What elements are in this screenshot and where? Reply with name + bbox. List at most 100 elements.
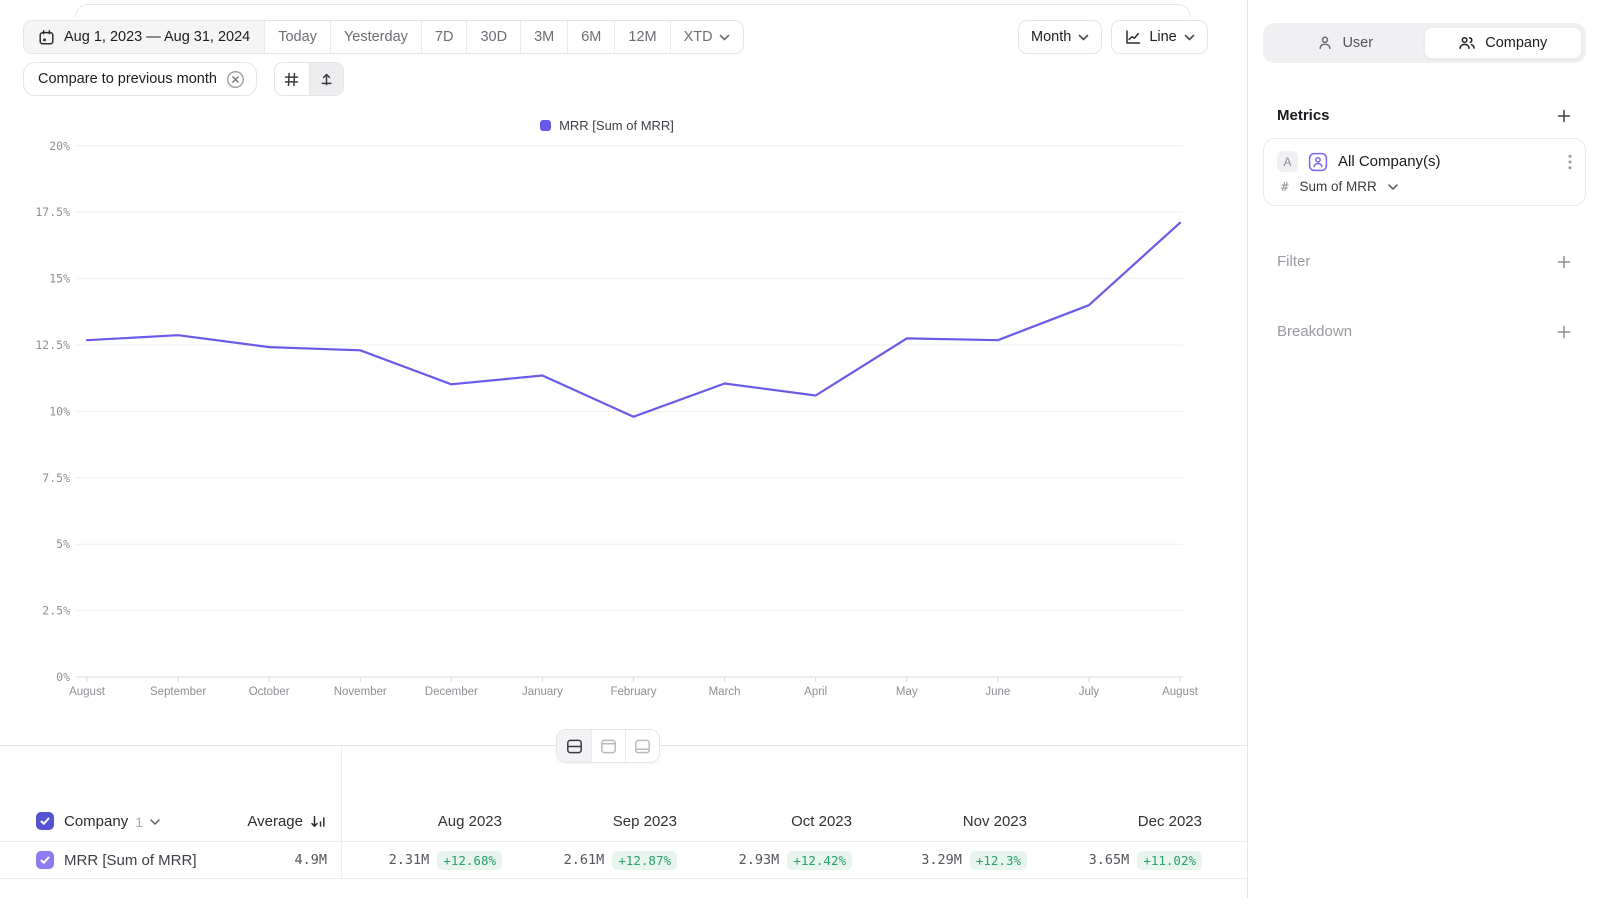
- gridlines-toggle-button[interactable]: [275, 63, 309, 95]
- company-header-label: Company: [64, 813, 128, 830]
- add-breakdown-button[interactable]: [1556, 324, 1572, 340]
- metrics-section-header: Metrics: [1263, 107, 1586, 124]
- svg-text:January: January: [522, 686, 563, 698]
- svg-text:June: June: [985, 686, 1010, 698]
- cell-delta-badge: +12.87%: [612, 851, 677, 870]
- add-metric-button[interactable]: [1556, 108, 1572, 124]
- preset-6m[interactable]: 6M: [567, 21, 614, 53]
- filter-title: Filter: [1277, 253, 1310, 270]
- svg-text:September: September: [150, 686, 206, 698]
- svg-text:August: August: [1162, 686, 1199, 698]
- metric-card[interactable]: A All Company(s) # Sum of MRR: [1263, 138, 1586, 206]
- column-header[interactable]: Dec 2023: [1138, 813, 1202, 830]
- user-icon: [1317, 35, 1333, 51]
- view-controls: Month Line: [1018, 20, 1208, 54]
- svg-text:February: February: [610, 686, 656, 698]
- cell-value: 2.31M: [389, 852, 430, 868]
- date-range-button[interactable]: Aug 1, 2023 — Aug 31, 2024: [24, 21, 264, 53]
- cell-value: 3.65M: [1089, 852, 1130, 868]
- layout-top-button[interactable]: [591, 730, 625, 762]
- row-metric-name: MRR [Sum of MRR]: [64, 852, 197, 869]
- svg-text:2.5%: 2.5%: [42, 604, 70, 618]
- axis-scale-toggle-button[interactable]: [309, 63, 343, 95]
- select-all-checkbox[interactable]: [36, 812, 54, 830]
- svg-text:April: April: [804, 686, 827, 698]
- table-column-divider: [341, 746, 342, 879]
- preset-yesterday[interactable]: Yesterday: [330, 21, 421, 53]
- date-range-toolbar: Aug 1, 2023 — Aug 31, 2024 Today Yesterd…: [23, 20, 744, 54]
- breakdown-section-header: Breakdown: [1263, 323, 1586, 340]
- preset-xtd-dropdown[interactable]: XTD: [670, 21, 743, 53]
- calendar-icon: [38, 29, 55, 46]
- results-table: Company 1 Average Aug 2023 Sep 2023 Oct …: [0, 745, 1248, 898]
- comparison-row: Compare to previous month: [23, 62, 344, 96]
- layout-split-icon: [566, 738, 583, 755]
- svg-text:November: November: [334, 686, 387, 698]
- svg-text:August: August: [69, 686, 106, 698]
- sort-descending-icon: [310, 813, 327, 830]
- compare-chip[interactable]: Compare to previous month: [23, 62, 257, 96]
- company-count: 1: [135, 814, 143, 830]
- chevron-down-icon: [150, 819, 160, 825]
- toggle-company-label: Company: [1485, 35, 1547, 51]
- add-filter-button[interactable]: [1556, 254, 1572, 270]
- preset-today[interactable]: Today: [264, 21, 330, 53]
- chart-card-top-border: [75, 4, 1191, 17]
- svg-text:10%: 10%: [49, 404, 70, 418]
- panel-layout-toggle: [556, 729, 660, 763]
- column-header[interactable]: Nov 2023: [963, 813, 1027, 830]
- arrow-up-from-line-icon: [318, 71, 335, 88]
- number-type-icon: #: [1281, 179, 1289, 194]
- cell-delta-badge: +12.3%: [970, 851, 1027, 870]
- svg-text:October: October: [249, 686, 290, 698]
- chart-type-dropdown[interactable]: Line: [1111, 20, 1207, 54]
- main-pane: Aug 1, 2023 — Aug 31, 2024 Today Yesterd…: [0, 0, 1248, 898]
- filter-section-header: Filter: [1263, 253, 1586, 270]
- granularity-dropdown[interactable]: Month: [1018, 20, 1102, 54]
- svg-text:15%: 15%: [49, 272, 70, 286]
- svg-text:5%: 5%: [56, 537, 70, 551]
- layout-bottom-button[interactable]: [625, 730, 659, 762]
- preset-30d[interactable]: 30D: [466, 21, 520, 53]
- metrics-title: Metrics: [1277, 107, 1330, 124]
- cell-value: 2.61M: [564, 852, 605, 868]
- preset-12m[interactable]: 12M: [614, 21, 669, 53]
- preset-xtd-label: XTD: [684, 29, 713, 45]
- company-member-icon: [1308, 152, 1328, 172]
- svg-text:7.5%: 7.5%: [42, 471, 70, 485]
- svg-text:May: May: [896, 686, 918, 698]
- date-range-label: Aug 1, 2023 — Aug 31, 2024: [64, 29, 250, 45]
- average-header-label: Average: [247, 813, 303, 830]
- preset-7d[interactable]: 7D: [421, 21, 467, 53]
- layout-split-button[interactable]: [557, 730, 591, 762]
- preset-3m[interactable]: 3M: [520, 21, 567, 53]
- chevron-down-icon: [1388, 184, 1398, 190]
- column-header[interactable]: Aug 2023: [438, 813, 502, 830]
- toggle-user-label: User: [1342, 35, 1373, 51]
- granularity-label: Month: [1031, 29, 1071, 45]
- svg-text:17.5%: 17.5%: [35, 205, 70, 219]
- table-row: MRR [Sum of MRR] 4.9M 2.31M +12.68% 2.61…: [0, 842, 1248, 879]
- row-checkbox[interactable]: [36, 851, 54, 869]
- company-header-dropdown[interactable]: Company 1: [64, 813, 210, 830]
- remove-compare-icon[interactable]: [226, 70, 245, 89]
- kebab-menu-icon[interactable]: [1568, 154, 1572, 170]
- layout-top-icon: [600, 738, 617, 755]
- cell-delta-badge: +12.42%: [787, 851, 852, 870]
- average-header-sort[interactable]: Average: [210, 813, 341, 830]
- svg-text:20%: 20%: [49, 139, 70, 153]
- column-header[interactable]: Sep 2023: [613, 813, 677, 830]
- chart-option-buttons: [274, 62, 344, 96]
- mrr-line-chart: 0%2.5%5%7.5%10%12.5%15%17.5%20%AugustSep…: [0, 100, 1248, 712]
- measure-dropdown[interactable]: # Sum of MRR: [1277, 179, 1572, 194]
- toggle-company[interactable]: Company: [1424, 27, 1583, 59]
- breakdown-title: Breakdown: [1277, 323, 1352, 340]
- metric-name: All Company(s): [1338, 153, 1558, 170]
- toggle-user[interactable]: User: [1267, 27, 1424, 59]
- column-header[interactable]: Oct 2023: [791, 813, 852, 830]
- chevron-down-icon: [1184, 34, 1195, 41]
- cell-value: 2.93M: [739, 852, 780, 868]
- svg-text:July: July: [1079, 686, 1100, 698]
- series-badge: A: [1277, 151, 1298, 172]
- config-sidebar: User Company Metrics A: [1249, 0, 1600, 898]
